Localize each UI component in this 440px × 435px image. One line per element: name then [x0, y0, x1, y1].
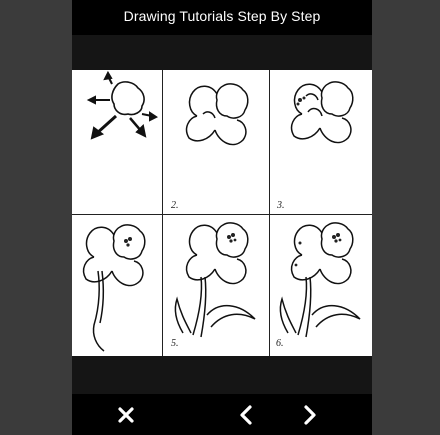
chevron-right-icon [304, 405, 316, 425]
step-label: 6. [276, 338, 284, 349]
next-button[interactable] [293, 398, 327, 432]
app-window: Drawing Tutorials Step By Step 2. 3. 5. … [72, 0, 372, 435]
step-3-drawing [290, 81, 354, 144]
close-button[interactable] [109, 398, 143, 432]
tutorial-image: 2. 3. 5. 6. [72, 70, 372, 356]
app-title: Drawing Tutorials Step By Step [123, 8, 321, 24]
step-label: 5. [171, 338, 179, 349]
step-4-drawing [82, 224, 146, 352]
step-2-drawing [185, 83, 249, 146]
previous-button[interactable] [229, 398, 263, 432]
close-icon [118, 407, 134, 423]
step-label: 3. [277, 200, 285, 211]
bottom-toolbar [72, 394, 372, 435]
step-1-drawing [86, 70, 158, 140]
chevron-left-icon [240, 405, 252, 425]
ad-banner-bottom [72, 356, 372, 394]
step-6-drawing [279, 222, 361, 338]
ad-banner-top [72, 35, 372, 70]
title-bar: Drawing Tutorials Step By Step [72, 0, 372, 35]
step-label: 2. [171, 200, 179, 211]
step-5-drawing [174, 222, 256, 338]
